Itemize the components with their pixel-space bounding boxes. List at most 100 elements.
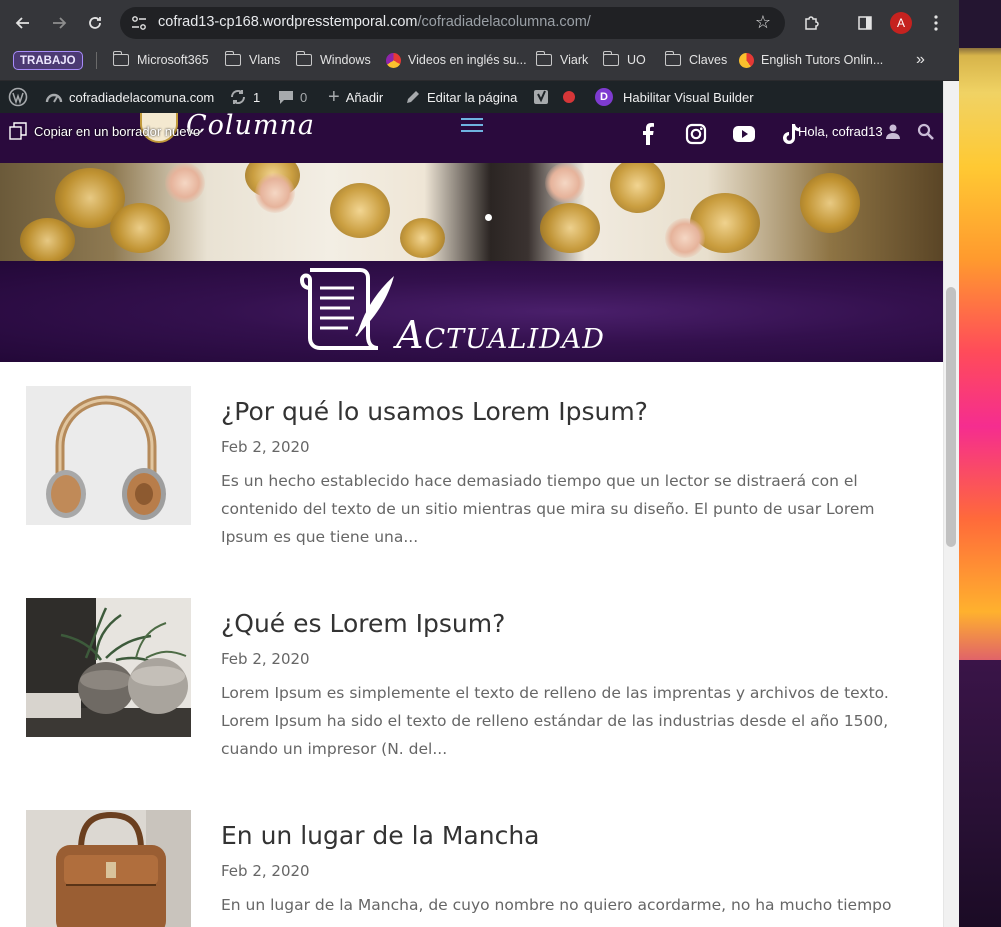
bookmark-windows[interactable]: Windows [295,50,371,70]
hamburger-menu-icon[interactable] [461,118,483,132]
bookmark-videos[interactable]: Videos en inglés su... [386,50,527,70]
plants-image [26,598,191,737]
bookmarks-separator [96,52,97,69]
scrollbar-thumb[interactable] [946,287,956,547]
side-panel-button[interactable] [851,9,879,37]
record-status-icon[interactable] [563,91,575,103]
tab-group-chip[interactable]: TRABAJO [13,51,83,70]
comment-icon [279,90,293,104]
kebab-menu-icon [934,15,938,31]
extensions-button[interactable] [797,9,825,37]
folder-icon [224,51,241,66]
bookmark-label: Viark [560,53,589,67]
side-panel-icon [858,16,872,30]
bookmark-vlans[interactable]: Vlans [224,50,281,70]
facebook-icon[interactable] [635,121,661,147]
wp-logo-button[interactable] [8,81,28,113]
user-greeting[interactable]: Hola, cofrad13 [798,124,883,139]
url-text: cofrad13-cp168.wordpresstemporal.com/cof… [158,14,591,30]
updates-count: 1 [253,89,261,105]
address-bar[interactable]: cofrad13-cp168.wordpresstemporal.com/cof… [120,7,785,39]
bookmarks-overflow-button[interactable]: » [916,50,925,70]
headphones-image [26,386,191,525]
post-excerpt: Es un hecho establecido hace demasiado t… [221,472,875,546]
desktop-wallpaper-top [959,0,1001,48]
folder-icon [602,51,619,66]
banner-title: Actualidad [396,313,605,357]
post-excerpt: Lorem Ipsum es simplemente el texto de r… [221,684,889,758]
puzzle-icon [805,16,819,30]
arrow-left-icon [15,17,29,29]
site-settings-icon[interactable] [130,14,148,32]
bookmark-microsoft365[interactable]: Microsoft365 [112,50,209,70]
leather-bag-image [26,810,191,927]
copy-draft-label: Copiar en un borrador nuevo [34,123,201,139]
bookmark-label: Windows [320,53,371,67]
site-favicon-icon [739,52,754,68]
browser-window: cofrad13-cp168.wordpresstemporal.com/cof… [0,0,959,927]
bookmark-claves[interactable]: Claves [664,50,728,70]
url-path: /cofradiadelacolumna.com/ [417,14,591,30]
arrow-right-icon [53,17,67,29]
post-title[interactable]: En un lugar de la Mancha [221,821,539,850]
youtube-icon[interactable] [731,121,757,147]
post-thumbnail[interactable] [26,386,191,525]
bookmark-label: UO [627,53,646,67]
pencil-icon [407,91,419,103]
yoast-seo-button[interactable] [533,81,551,113]
post-date: Feb 2, 2020 [221,438,310,456]
wp-admin-bar: cofradiadelacomuna.com 1 0 + Añadir Edit… [0,81,943,113]
reload-button[interactable] [81,9,109,37]
wp-edit-page[interactable]: Editar la página [405,81,517,113]
visual-builder-label: Habilitar Visual Builder [623,89,754,105]
post-date: Feb 2, 2020 [221,862,310,880]
edit-page-label: Editar la página [427,89,518,105]
bookmark-viark[interactable]: Viark [535,50,589,70]
plus-icon: + [328,85,340,108]
site-name-label: cofradiadelacomuna.com [69,89,215,105]
wp-add-new[interactable]: + Añadir [328,81,383,113]
wordpress-logo-icon [8,87,28,107]
browser-menu-button[interactable] [922,9,950,37]
post-thumbnail[interactable] [26,810,191,927]
profile-avatar[interactable]: A [890,12,912,34]
post-title[interactable]: ¿Qué es Lorem Ipsum? [221,609,505,638]
back-button[interactable] [9,9,37,37]
desktop-wallpaper-bottom [959,660,1001,927]
post-date: Feb 2, 2020 [221,650,310,668]
bookmark-star-icon[interactable]: ☆ [755,12,771,33]
wp-comments[interactable]: 0 [278,81,307,113]
bookmark-label: English Tutors Onlin... [761,53,884,67]
divi-visual-builder-button[interactable]: D Habilitar Visual Builder [595,81,754,113]
forward-button[interactable] [45,9,73,37]
folder-icon [535,51,552,66]
url-host: cofrad13-cp168.wordpresstemporal.com [158,14,418,30]
bookmark-label: Vlans [249,53,281,67]
folder-icon [112,51,129,66]
wp-site-name[interactable]: cofradiadelacomuna.com [45,81,214,113]
post-thumbnail[interactable] [26,598,191,737]
slider-dot[interactable] [485,214,492,221]
bookmark-label: Videos en inglés su... [408,53,527,67]
scroll-quill-icon [299,268,394,350]
post-title[interactable]: ¿Por qué lo usamos Lorem Ipsum? [221,397,648,426]
bookmark-label: Claves [689,53,728,67]
bookmark-english-tutors[interactable]: English Tutors Onlin... [739,50,883,70]
dashboard-icon [45,93,63,103]
bookmark-label: Microsoft365 [137,53,209,67]
yoast-icon [534,90,548,104]
add-new-label: Añadir [345,89,384,105]
bookmark-uo[interactable]: UO [602,50,646,70]
site-logo-text[interactable]: Columna [186,110,315,141]
copy-to-draft-link[interactable]: Copiar en un borrador nuevo [8,121,200,141]
user-icon[interactable] [885,123,901,139]
browser-toolbar: cofrad13-cp168.wordpresstemporal.com/cof… [0,0,959,46]
copy-icon [9,122,27,140]
wp-updates[interactable]: 1 [229,81,260,113]
instagram-icon[interactable] [683,121,709,147]
folder-icon [664,51,681,66]
updates-icon [230,89,246,105]
comments-count: 0 [300,89,308,105]
search-icon[interactable] [917,123,934,140]
hero-image [0,163,943,261]
